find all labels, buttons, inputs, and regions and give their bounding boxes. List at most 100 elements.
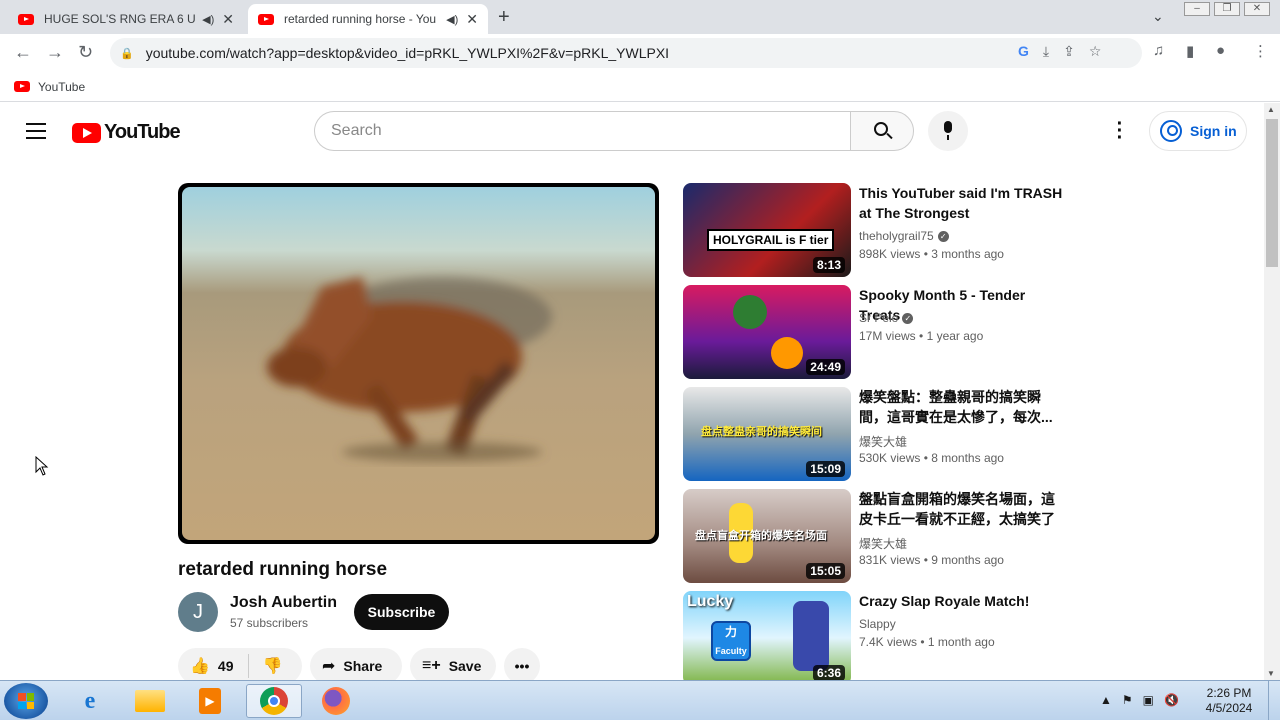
page-scrollbar[interactable]: ▲ ▼ [1264, 103, 1280, 680]
video-thumbnail[interactable]: 盘点整蛊亲哥的搞笑瞬间 15:09 [683, 387, 851, 481]
scroll-down-arrow-icon[interactable]: ▼ [1267, 669, 1275, 678]
video-player[interactable] [178, 183, 659, 544]
thumbnail-caption: 盘点盲盒开箱的爆笑名场面 [695, 530, 827, 542]
firefox-taskbar-button[interactable] [308, 684, 364, 718]
file-explorer-taskbar-button[interactable] [122, 684, 178, 718]
settings-menu-icon[interactable]: · · · [1112, 114, 1128, 148]
video-thumbnail[interactable]: 盘点盲盒开箱的爆笑名场面 15:05 [683, 489, 851, 583]
recommendation-item[interactable]: 24:49 Spooky Month 5 - Tender Treats Sr … [683, 285, 1063, 379]
close-tab-icon[interactable]: ✕ [466, 11, 478, 28]
channel-name[interactable]: Josh Aubertin [230, 594, 337, 612]
back-arrow-icon[interactable]: ← [14, 42, 32, 63]
show-desktop-button[interactable] [1268, 681, 1280, 720]
profile-icon[interactable]: ● [1216, 42, 1225, 59]
bookmark-youtube[interactable]: YouTube [38, 80, 85, 94]
forward-arrow-icon[interactable]: → [46, 42, 64, 63]
video-meta: 17M views • 1 year ago [859, 329, 984, 343]
network-icon[interactable]: ▣ [1143, 693, 1154, 707]
character-illustration [733, 295, 767, 329]
view-count: 17M views [859, 329, 916, 343]
thumbnail-caption: HOLYGRAIL is F tier [707, 229, 835, 251]
lock-icon[interactable]: 🔒 [120, 47, 134, 60]
youtube-bookmark-icon [14, 81, 30, 92]
share-button[interactable]: ➦ Share [310, 648, 402, 680]
thumbs-up-icon: 👍 [190, 658, 210, 675]
show-hidden-icons-icon[interactable]: ▲ [1100, 693, 1112, 707]
more-actions-button[interactable]: ••• [504, 648, 540, 680]
sign-in-button[interactable]: Sign in [1149, 111, 1247, 151]
side-panel-icon[interactable]: ▮ [1186, 42, 1194, 60]
media-player-taskbar-button[interactable]: ▶ [182, 684, 238, 718]
mouse-cursor-icon [35, 456, 49, 476]
recommendation-item[interactable]: 盘点盲盒开箱的爆笑名场面 15:05 盤點盲盒開箱的爆笑名場面，這皮卡丘一看就不… [683, 489, 1063, 583]
browser-tab-2[interactable]: retarded running horse - You ◀) ✕ [248, 4, 488, 34]
action-center-flag-icon[interactable]: ⚑ [1122, 693, 1133, 707]
close-window-icon[interactable]: ✕ [1244, 2, 1270, 16]
browser-tab-1[interactable]: HUGE SOL'S RNG ERA 6 UPD ◀) ✕ [8, 4, 244, 34]
channel-name[interactable]: Sr Pelo ✓ [859, 311, 914, 325]
channel-name[interactable]: 爆笑大雄 [859, 535, 907, 552]
character-illustration [771, 337, 803, 369]
video-frame [182, 187, 655, 540]
hamburger-menu-icon[interactable] [26, 123, 46, 139]
video-meta: 831K views • 9 months ago [859, 553, 1004, 567]
media-player-icon: ▶ [199, 688, 221, 714]
recommendation-item[interactable]: HOLYGRAIL is F tier 8:13 This YouTuber s… [683, 183, 1063, 277]
scroll-up-arrow-icon[interactable]: ▲ [1267, 105, 1275, 114]
google-lens-icon[interactable]: G [1018, 43, 1029, 60]
firefox-icon [322, 687, 350, 715]
recommendation-item[interactable]: Lucky 力 Faculty 6:36 Crazy Slap Royale M… [683, 591, 1063, 680]
search-input[interactable]: Search [314, 111, 851, 151]
install-app-icon[interactable]: ⤓ [1043, 43, 1049, 60]
reload-icon[interactable]: ↻ [78, 42, 93, 63]
system-clock[interactable]: 2:26 PM 4/5/2024 [1200, 686, 1258, 716]
speaker-icon[interactable]: ◀) [202, 13, 214, 26]
scrollbar-thumb[interactable] [1266, 119, 1278, 267]
browser-tab-bar: HUGE SOL'S RNG ERA 6 UPD ◀) ✕ retarded r… [0, 0, 1280, 34]
faculty-badge: 力 Faculty [711, 621, 751, 661]
tab-search-chevron-icon[interactable]: ⌄ [1152, 8, 1164, 25]
share-icon: ➦ [322, 658, 336, 675]
address-bar-actions: G ⤓ ⇪ ☆ [1018, 43, 1101, 60]
start-button[interactable] [4, 683, 48, 719]
channel-name[interactable]: 爆笑大雄 [859, 433, 907, 450]
search-button[interactable] [850, 111, 914, 151]
dislike-button[interactable]: 👎 [249, 656, 291, 676]
speaker-icon[interactable]: ◀) [446, 13, 458, 26]
video-title[interactable]: 爆笑盤點：整蠱親哥的搞笑瞬間，這哥實在是太慘了，每次... [859, 387, 1063, 427]
tab-title: HUGE SOL'S RNG ERA 6 UPD [44, 12, 197, 26]
chrome-taskbar-button[interactable] [246, 684, 302, 718]
video-title[interactable]: 盤點盲盒開箱的爆笑名場面，這皮卡丘一看就不正經，太搞笑了 [859, 489, 1063, 529]
youtube-logo[interactable]: YouTube [72, 121, 181, 144]
subscribe-button[interactable]: Subscribe [354, 594, 449, 630]
close-tab-icon[interactable]: ✕ [222, 11, 234, 28]
voice-search-button[interactable] [928, 111, 968, 151]
video-duration: 8:13 [812, 257, 845, 273]
like-button[interactable]: 👍 49 [190, 654, 249, 678]
video-thumbnail[interactable]: HOLYGRAIL is F tier 8:13 [683, 183, 851, 277]
upload-age: 3 months ago [931, 247, 1004, 261]
address-bar[interactable]: 🔒 youtube.com/watch?app=desktop&video_id… [110, 38, 1142, 68]
channel-avatar[interactable]: J [178, 592, 218, 632]
volume-muted-icon[interactable]: 🔇 [1164, 693, 1179, 707]
channel-name[interactable]: Slappy [859, 617, 896, 631]
minimize-icon[interactable]: – [1184, 2, 1210, 16]
save-button[interactable]: ≡+ Save [410, 648, 496, 680]
video-title[interactable]: Crazy Slap Royale Match! [859, 591, 1063, 611]
share-page-icon[interactable]: ⇪ [1063, 43, 1075, 60]
view-count: 7.4K views [859, 635, 918, 649]
system-tray: ▲ ⚑ ▣ 🔇 [1100, 693, 1179, 707]
new-tab-button[interactable]: + [498, 6, 510, 29]
view-count: 898K views [859, 247, 921, 261]
video-thumbnail[interactable]: 24:49 [683, 285, 851, 379]
video-meta: 898K views • 3 months ago [859, 247, 1004, 261]
browser-menu-icon[interactable]: ⋮ [1253, 42, 1268, 60]
video-thumbnail[interactable]: Lucky 力 Faculty 6:36 [683, 591, 851, 680]
restore-icon[interactable]: ❐ [1214, 2, 1240, 16]
media-control-icon[interactable]: ♫ [1153, 42, 1164, 59]
internet-explorer-taskbar-button[interactable]: e [62, 684, 118, 718]
video-title[interactable]: This YouTuber said I'm TRASH at The Stro… [859, 183, 1063, 223]
channel-name[interactable]: theholygrail75 ✓ [859, 229, 949, 243]
recommendation-item[interactable]: 盘点整蛊亲哥的搞笑瞬间 15:09 爆笑盤點：整蠱親哥的搞笑瞬間，這哥實在是太慘… [683, 387, 1063, 481]
bookmark-star-icon[interactable]: ☆ [1089, 43, 1102, 60]
